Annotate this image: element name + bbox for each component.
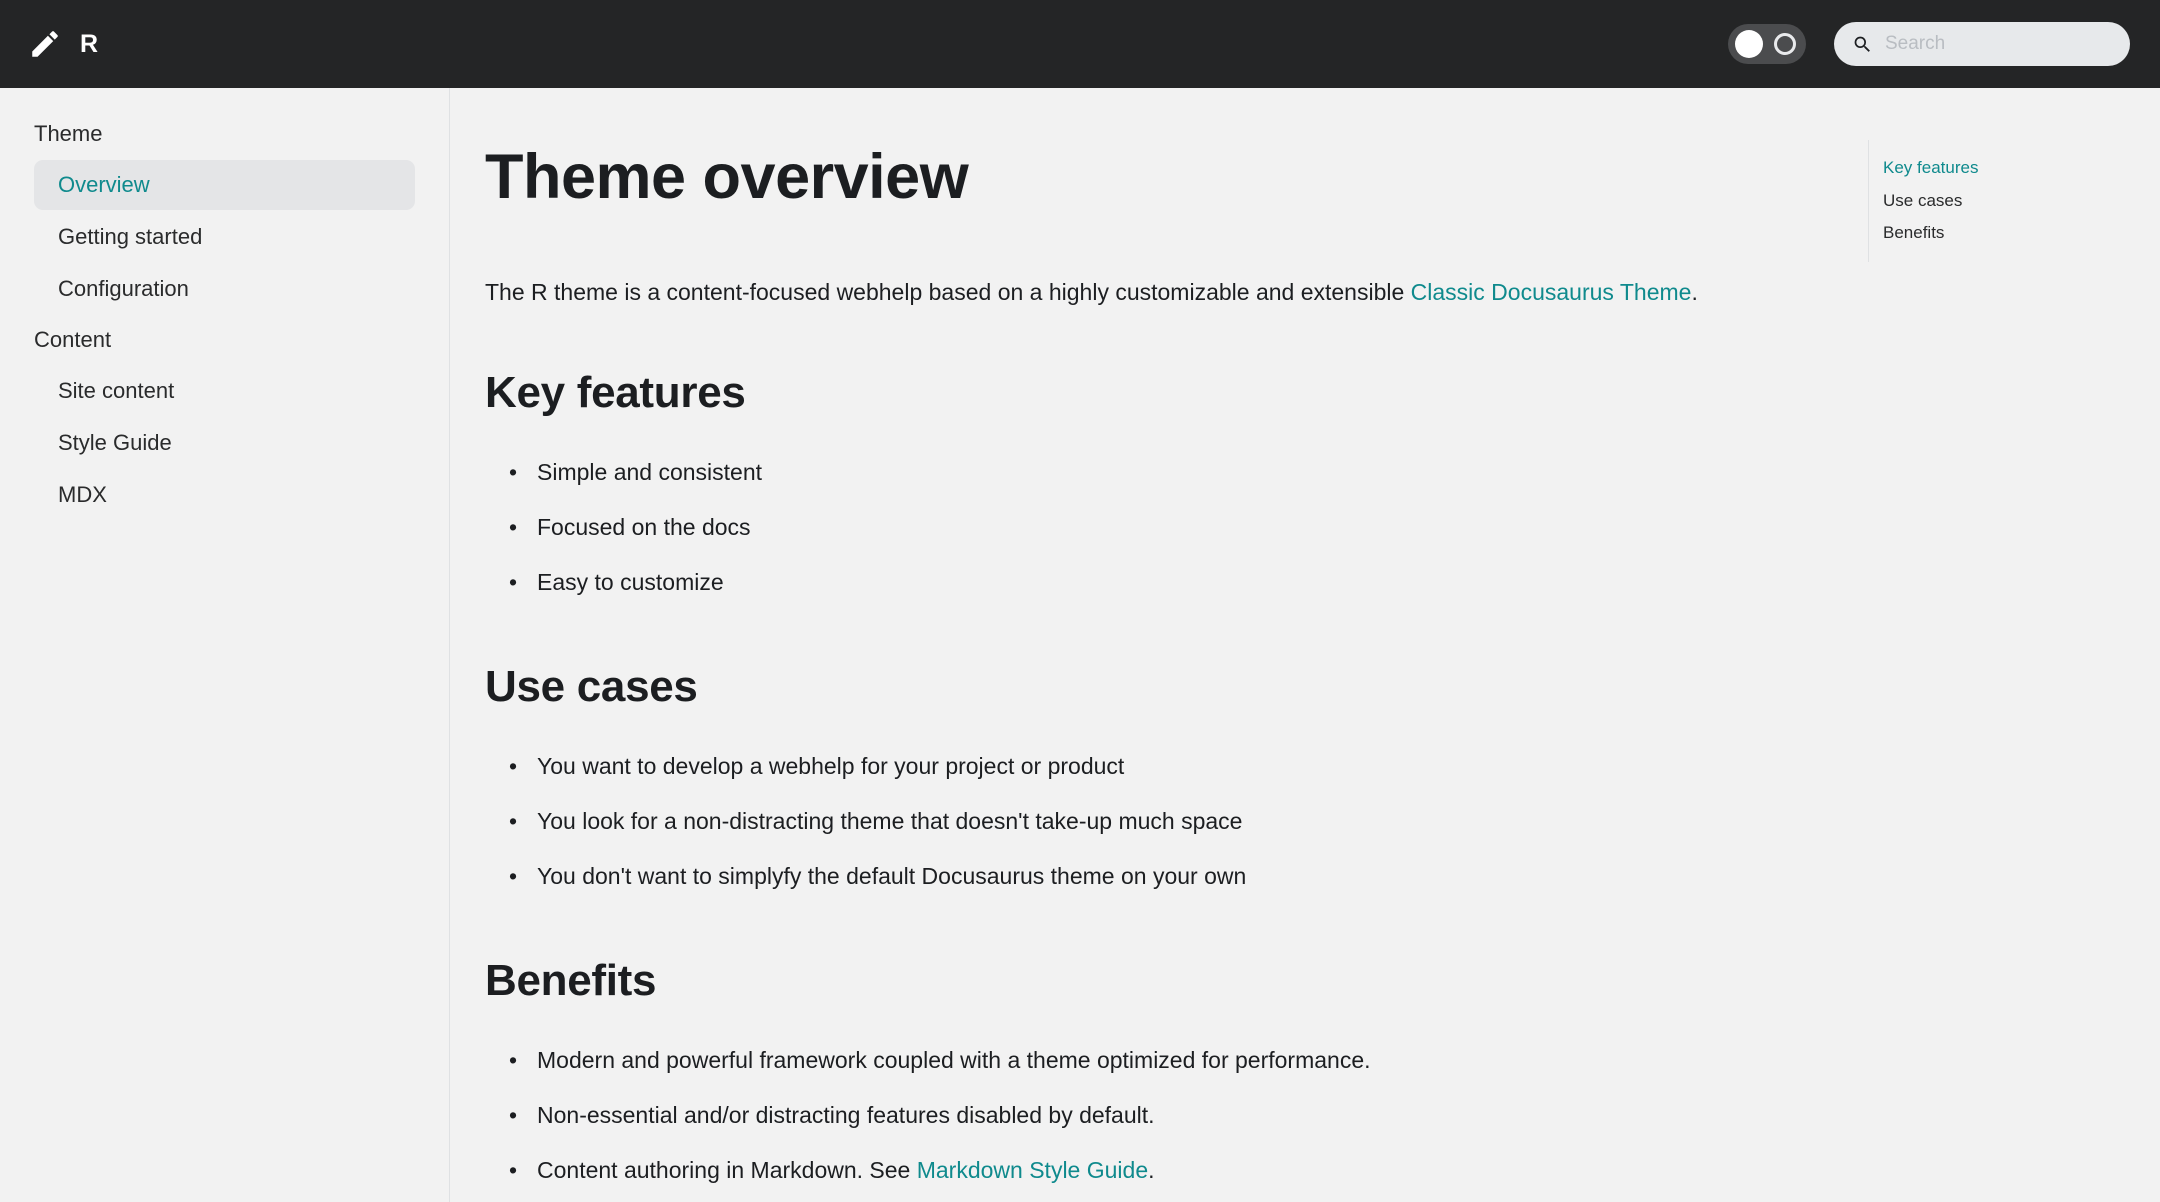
list-use-cases: You want to develop a webhelp for your p… [485,750,1740,894]
list-item: Content authoring in Markdown. See Markd… [509,1154,1740,1188]
pencil-icon [32,31,58,57]
list-item: You want to develop a webhelp for your p… [509,750,1740,784]
toc-list: Key features Use cases Benefits [1883,152,2158,250]
doc-article: Theme overview The R theme is a content-… [450,88,1740,1188]
section-key-features: Key features Simple and consistent Focus… [485,368,1740,600]
classic-docusaurus-theme-link[interactable]: Classic Docusaurus Theme [1411,279,1692,305]
sidebar-category-theme: Theme [34,121,103,146]
table-of-contents: Key features Use cases Benefits [1868,140,2158,262]
list-item: Modern and powerful framework coupled wi… [509,1044,1740,1078]
list-item: Focused on the docs [509,511,1740,545]
main-content: Theme overview The R theme is a content-… [450,88,2160,1202]
list-item: Simple and consistent [509,456,1740,490]
sidebar-group-theme: Theme Overview Getting started Configura… [0,110,449,520]
navbar-right-group [1728,22,2130,66]
list-item: You look for a non-distracting theme tha… [509,805,1740,839]
docs-sidebar: Theme Overview Getting started Configura… [0,88,450,1202]
list-key-features: Simple and consistent Focused on the doc… [485,456,1740,600]
intro-text-after: . [1691,279,1698,306]
search-icon [1854,36,1870,52]
theme-toggle-switch[interactable] [1728,24,1806,64]
brand-home-link[interactable]: R [28,27,98,61]
toggle-knob-icon [1735,30,1763,58]
page-title: Theme overview [485,142,969,212]
toc-item-key-features[interactable]: Key features [1883,152,2158,185]
markdown-style-guide-link[interactable]: Markdown Style Guide [917,1157,1148,1183]
intro-text-before: The R theme is a content-focused webhelp… [485,279,1411,306]
search-input[interactable] [1885,33,2116,55]
sidebar-item-configuration[interactable]: Configuration [34,264,415,314]
heading-key-features: Key features [485,367,746,417]
heading-use-cases: Use cases [485,661,698,711]
section-use-cases: Use cases You want to develop a webhelp … [485,662,1740,894]
sidebar-item-mdx[interactable]: MDX [34,470,415,520]
benefit-text-after: . [1148,1157,1155,1184]
page-body: Theme Overview Getting started Configura… [0,88,2160,1202]
sidebar-item-style-guide[interactable]: Style Guide [34,418,415,468]
top-navbar: R [0,0,2160,88]
list-item: You don't want to simplyfy the default D… [509,860,1740,894]
sidebar-item-site-content[interactable]: Site content [34,366,415,416]
list-benefits: Modern and powerful framework coupled wi… [485,1044,1740,1188]
sidebar-item-overview[interactable]: Overview [34,160,415,210]
toc-item-use-cases[interactable]: Use cases [1883,185,2158,218]
sidebar-category-content: Content [34,327,112,352]
brand-title: R [80,29,99,58]
sidebar-item-getting-started[interactable]: Getting started [34,212,415,262]
benefit-text-before: Content authoring in Markdown. See [537,1157,917,1184]
section-benefits: Benefits Modern and powerful framework c… [485,956,1740,1188]
moon-circle-icon [1774,33,1796,55]
intro-paragraph: The R theme is a content-focused webhelp… [485,274,1700,311]
search-box[interactable] [1834,22,2130,66]
heading-benefits: Benefits [485,955,657,1005]
list-item: Easy to customize [509,566,1740,600]
list-item: Non-essential and/or distracting feature… [509,1099,1740,1133]
toc-item-benefits[interactable]: Benefits [1883,217,2158,250]
